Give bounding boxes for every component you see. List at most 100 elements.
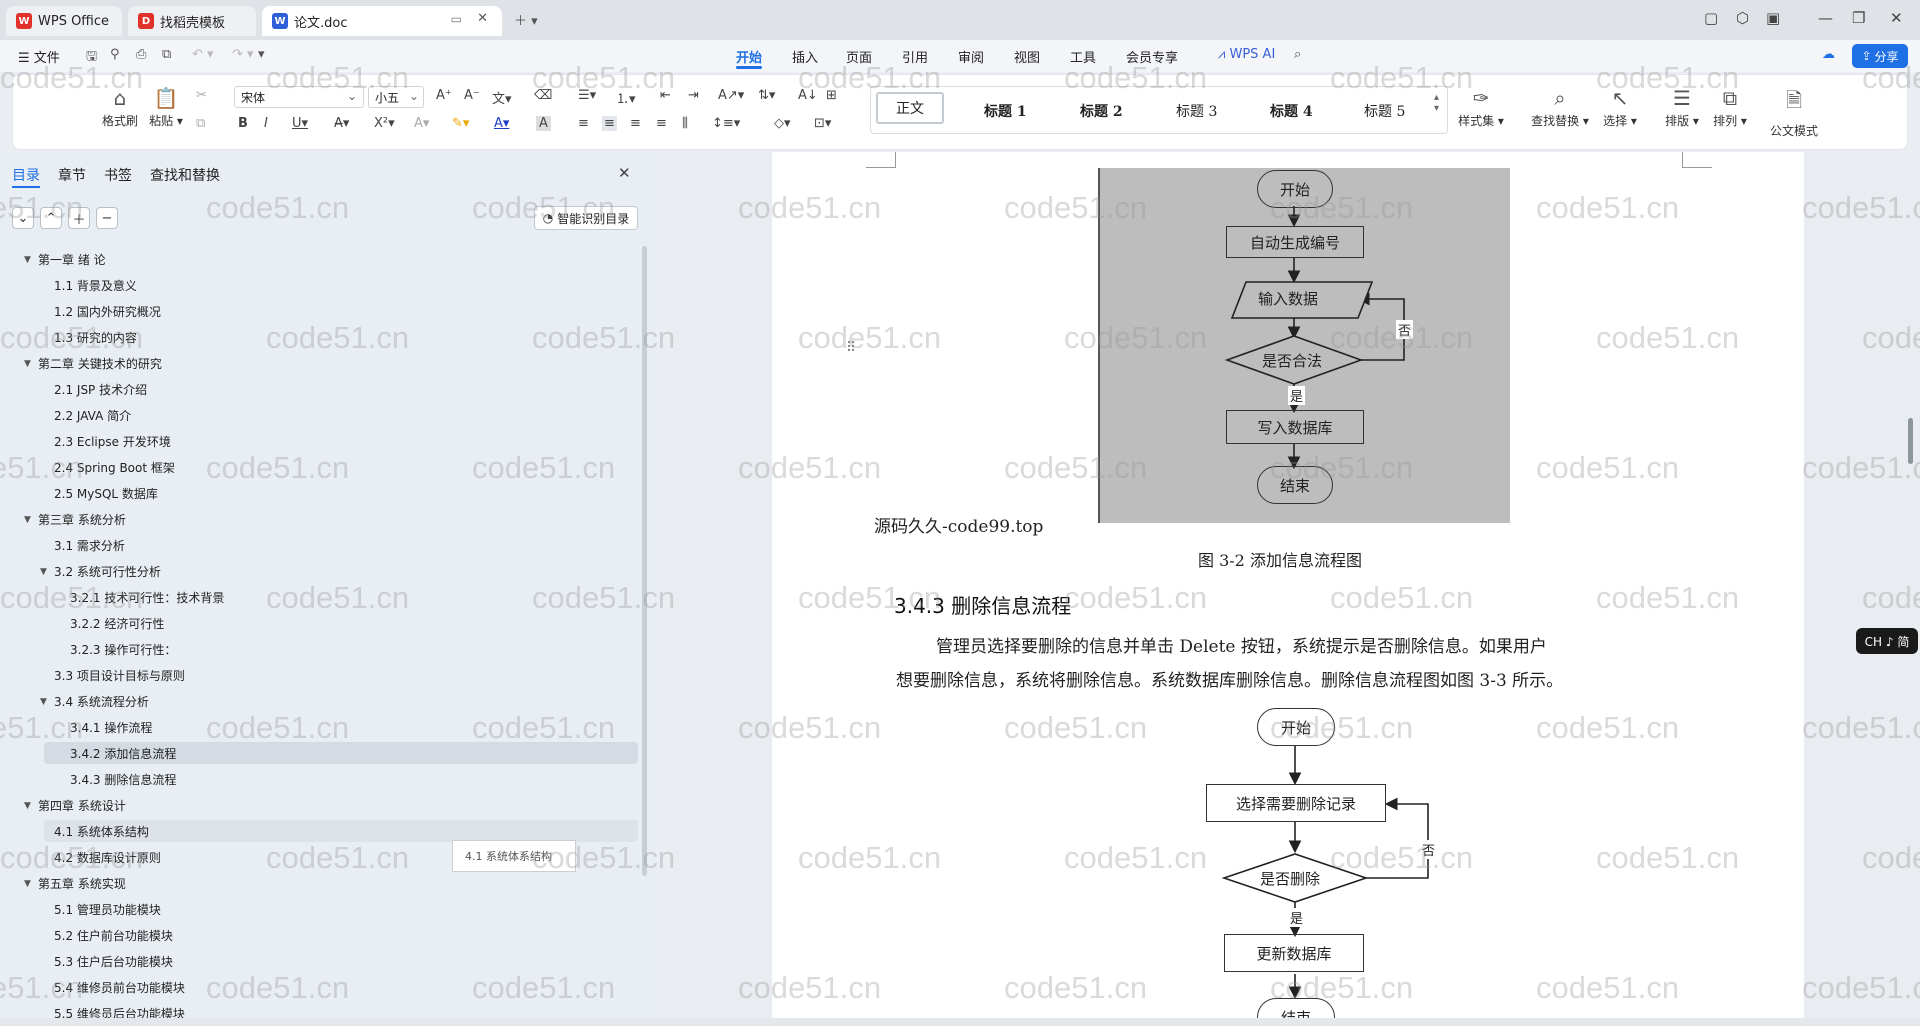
tab-document[interactable]: W 论文.doc ▭ ✕ (262, 6, 502, 36)
restore-tab-icon[interactable]: ▭ (451, 12, 462, 26)
wps-ai-button[interactable]: ⩘ WPS AI (1218, 47, 1275, 62)
style-set-button[interactable]: ✑ 样式集 ▾ (1456, 86, 1506, 129)
remove-heading-button[interactable]: − (96, 207, 118, 229)
superscript-button[interactable]: X²▾ (374, 116, 395, 131)
minimize-icon[interactable]: — (1818, 9, 1833, 27)
align-left-icon[interactable]: ≡ (578, 116, 589, 131)
toc-item[interactable]: 3.4.2 添加信息流程 (70, 744, 176, 764)
copy-icon[interactable]: ⧉ (196, 116, 205, 131)
undo-icon[interactable]: ↶ ▾ (192, 47, 214, 62)
toc-item[interactable]: 2.5 MySQL 数据库 (54, 484, 158, 504)
text-direction-icon[interactable]: A↗▾ (718, 88, 744, 103)
tab-wps-office[interactable]: W WPS Office (6, 6, 122, 36)
justify-icon[interactable]: ≡ (656, 116, 667, 131)
avatar[interactable]: ▣ (1766, 9, 1780, 27)
paste-button[interactable]: 📋 粘贴 ▾ (146, 86, 186, 129)
style-normal[interactable]: 正文 (876, 92, 944, 124)
select-button[interactable]: ↖ 选择 ▾ (1598, 86, 1642, 129)
bold-button[interactable]: B (238, 116, 248, 131)
add-heading-button[interactable]: ＋ (68, 207, 90, 229)
cloud-sync-icon[interactable]: ☁ (1822, 47, 1835, 62)
toc-item[interactable]: 3.2.1 技术可行性：技术背景 (70, 588, 224, 608)
toc-item[interactable]: 第一章 绪 论 (38, 250, 106, 270)
toc-item[interactable]: 3.2 系统可行性分析 (54, 562, 161, 582)
toc-item[interactable]: 4.1 系统体系结构 (54, 822, 149, 842)
shrink-font-icon[interactable]: A⁻ (464, 88, 480, 103)
text-effect-icon[interactable]: A▾ (414, 116, 429, 131)
increase-indent-icon[interactable]: ⇥ (688, 88, 699, 103)
share-button[interactable]: ⇪ 分享 (1852, 44, 1908, 68)
close-tab-icon[interactable]: ✕ (477, 11, 488, 26)
strikethrough-button[interactable]: A̶▾ (334, 116, 349, 131)
expand-toggle-icon[interactable]: ▼ (24, 796, 31, 816)
menu-references[interactable]: 引用 (902, 47, 928, 66)
style-heading-5[interactable]: 标题 5 (1364, 101, 1405, 121)
tab-template[interactable]: D 找稻壳模板 (128, 6, 256, 36)
redo-icon[interactable]: ↷ ▾ (232, 47, 254, 62)
drag-handle-icon[interactable]: ⠿ (846, 340, 856, 356)
font-size-select[interactable]: 小五 ⌄ (368, 86, 424, 108)
sort-az-icon[interactable]: A↓ (798, 88, 818, 103)
underline-button[interactable]: U▾ (292, 116, 308, 131)
maximize-icon[interactable]: ❐ (1852, 9, 1865, 27)
quick-tool-icon[interactable]: ⚲ (110, 47, 120, 62)
highlight-icon[interactable]: ✎▾ (452, 116, 469, 131)
cut-icon[interactable]: ✂ (196, 88, 207, 103)
toc-item[interactable]: 5.2 住户前台功能模块 (54, 926, 173, 946)
print-icon[interactable]: ⎙ (136, 47, 146, 62)
expand-toggle-icon[interactable]: ▼ (24, 354, 31, 374)
align-right-icon[interactable]: ≡ (630, 116, 641, 131)
tab-bookmarks[interactable]: 书签 (104, 165, 132, 185)
menu-home[interactable]: 开始 (736, 47, 762, 66)
document-scrollbar[interactable] (1906, 152, 1920, 1018)
find-replace-button[interactable]: ⌕ 查找替换 ▾ (1530, 86, 1590, 129)
cube-icon[interactable]: ⬡ (1736, 9, 1749, 27)
file-menu[interactable]: ☰ 文件 (18, 47, 60, 66)
bullet-list-icon[interactable]: ☰▾ (578, 88, 596, 103)
expand-toggle-icon[interactable]: ▼ (24, 510, 31, 530)
toc-item[interactable]: 3.4.1 操作流程 (70, 718, 152, 738)
menu-view[interactable]: 视图 (1014, 47, 1040, 66)
grow-font-icon[interactable]: A⁺ (436, 88, 452, 103)
arrange-button[interactable]: ⧉ 排列 ▾ (1708, 86, 1752, 129)
smart-toc-button[interactable]: ◔ 智能识别目录 (534, 206, 638, 230)
toc-scrollbar[interactable] (642, 246, 647, 876)
style-heading-3[interactable]: 标题 3 (1176, 101, 1217, 121)
expand-toggle-icon[interactable]: ▼ (40, 692, 47, 712)
save-icon[interactable]: 🖫 (86, 47, 97, 69)
toc-item[interactable]: 4.2 数据库设计原则 (54, 848, 161, 868)
menu-insert[interactable]: 插入 (792, 47, 818, 66)
close-pane-icon[interactable]: ✕ (618, 164, 631, 182)
expand-toggle-icon[interactable]: ▼ (24, 874, 31, 894)
close-window-icon[interactable]: ✕ (1890, 9, 1903, 27)
distribute-icon[interactable]: ⫼ (682, 116, 688, 131)
menu-tools[interactable]: 工具 (1070, 47, 1096, 66)
toc-item[interactable]: 3.4.3 删除信息流程 (70, 770, 176, 790)
toc-item[interactable]: 5.4 维修员前台功能模块 (54, 978, 185, 998)
style-heading-4[interactable]: 标题 4 (1270, 101, 1313, 121)
expand-toggle-icon[interactable]: ▼ (40, 562, 47, 582)
window-layout-icon[interactable]: ▢ (1704, 9, 1718, 27)
document-scroll-thumb[interactable] (1908, 418, 1913, 464)
layout-button[interactable]: ☰ 排版 ▾ (1660, 86, 1704, 129)
toc-item[interactable]: 5.3 住户后台功能模块 (54, 952, 173, 972)
decrease-indent-icon[interactable]: ⇤ (660, 88, 671, 103)
toc-item[interactable]: 第二章 关键技术的研究 (38, 354, 162, 374)
menu-page[interactable]: 页面 (846, 47, 872, 66)
toc-item[interactable]: 1.3 研究的内容 (54, 328, 137, 348)
italic-button[interactable]: I (264, 116, 268, 131)
toc-item[interactable]: 2.3 Eclipse 开发环境 (54, 432, 171, 452)
ime-indicator[interactable]: CH ♪ 简 (1856, 628, 1918, 654)
toc-item[interactable]: 2.2 JAVA 简介 (54, 406, 131, 426)
menu-member[interactable]: 会员专享 (1126, 47, 1178, 66)
char-shading-icon[interactable]: A (536, 116, 551, 131)
tab-toc[interactable]: 目录 (12, 165, 40, 185)
style-heading-2[interactable]: 标题 2 (1080, 101, 1123, 121)
new-tab-icon[interactable]: ＋ ▾ (514, 10, 538, 29)
numbered-list-icon[interactable]: ⒈▾ (616, 88, 636, 107)
toc-item[interactable]: 3.2.2 经济可行性 (70, 614, 164, 634)
font-name-select[interactable]: 宋体 ⌄ (234, 86, 364, 108)
shading-icon[interactable]: ◇▾ (774, 116, 791, 131)
toc-item[interactable]: 第四章 系统设计 (38, 796, 126, 816)
format-painter-button[interactable]: ⌂ 格式刷 (100, 86, 140, 129)
